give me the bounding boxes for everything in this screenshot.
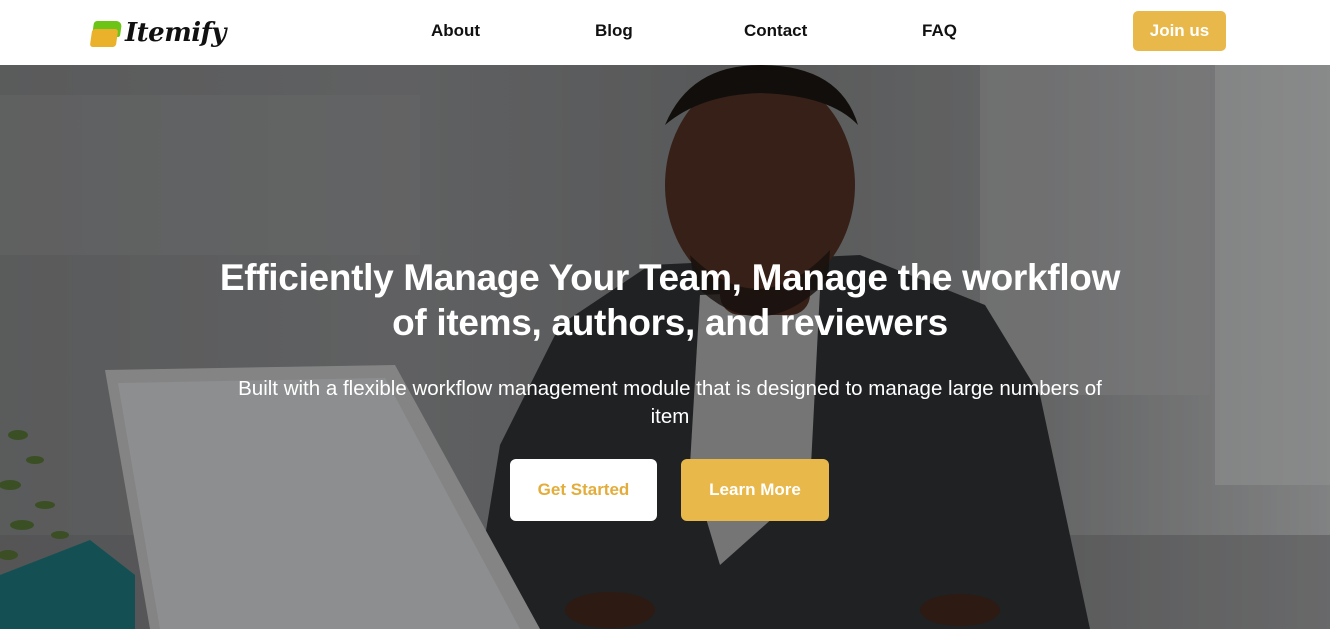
hero-section: Efficiently Manage Your Team, Manage the… bbox=[0, 65, 1330, 629]
learn-more-button[interactable]: Learn More bbox=[681, 459, 829, 521]
hero-title-line-1: Efficiently Manage Your Team, Manage the… bbox=[219, 257, 1121, 298]
join-us-button[interactable]: Join us bbox=[1133, 11, 1226, 51]
brand-name: Itemify bbox=[125, 18, 226, 48]
hero-dark-overlay bbox=[0, 65, 1330, 629]
hero-subtitle-line-1: Built with a flexible workflow managemen… bbox=[238, 377, 1102, 400]
nav-link-about[interactable]: About bbox=[431, 21, 480, 41]
top-navbar: Itemify About Blog Contact FAQ Join us bbox=[0, 0, 1330, 65]
nav-link-blog[interactable]: Blog bbox=[595, 21, 633, 41]
nav-link-faq[interactable]: FAQ bbox=[922, 21, 957, 41]
hero-subtitle: Built with a flexible workflow managemen… bbox=[170, 375, 1170, 431]
hero-subtitle-line-2: item bbox=[650, 405, 690, 428]
get-started-button[interactable]: Get Started bbox=[510, 459, 657, 521]
hero-title-line-2: of items, authors, and reviewers bbox=[392, 302, 948, 343]
brand-logo[interactable]: Itemify bbox=[89, 16, 226, 50]
logo-mark-icon bbox=[89, 19, 123, 47]
nav-link-contact[interactable]: Contact bbox=[744, 21, 807, 41]
hero-title: Efficiently Manage Your Team, Manage the… bbox=[165, 255, 1175, 345]
